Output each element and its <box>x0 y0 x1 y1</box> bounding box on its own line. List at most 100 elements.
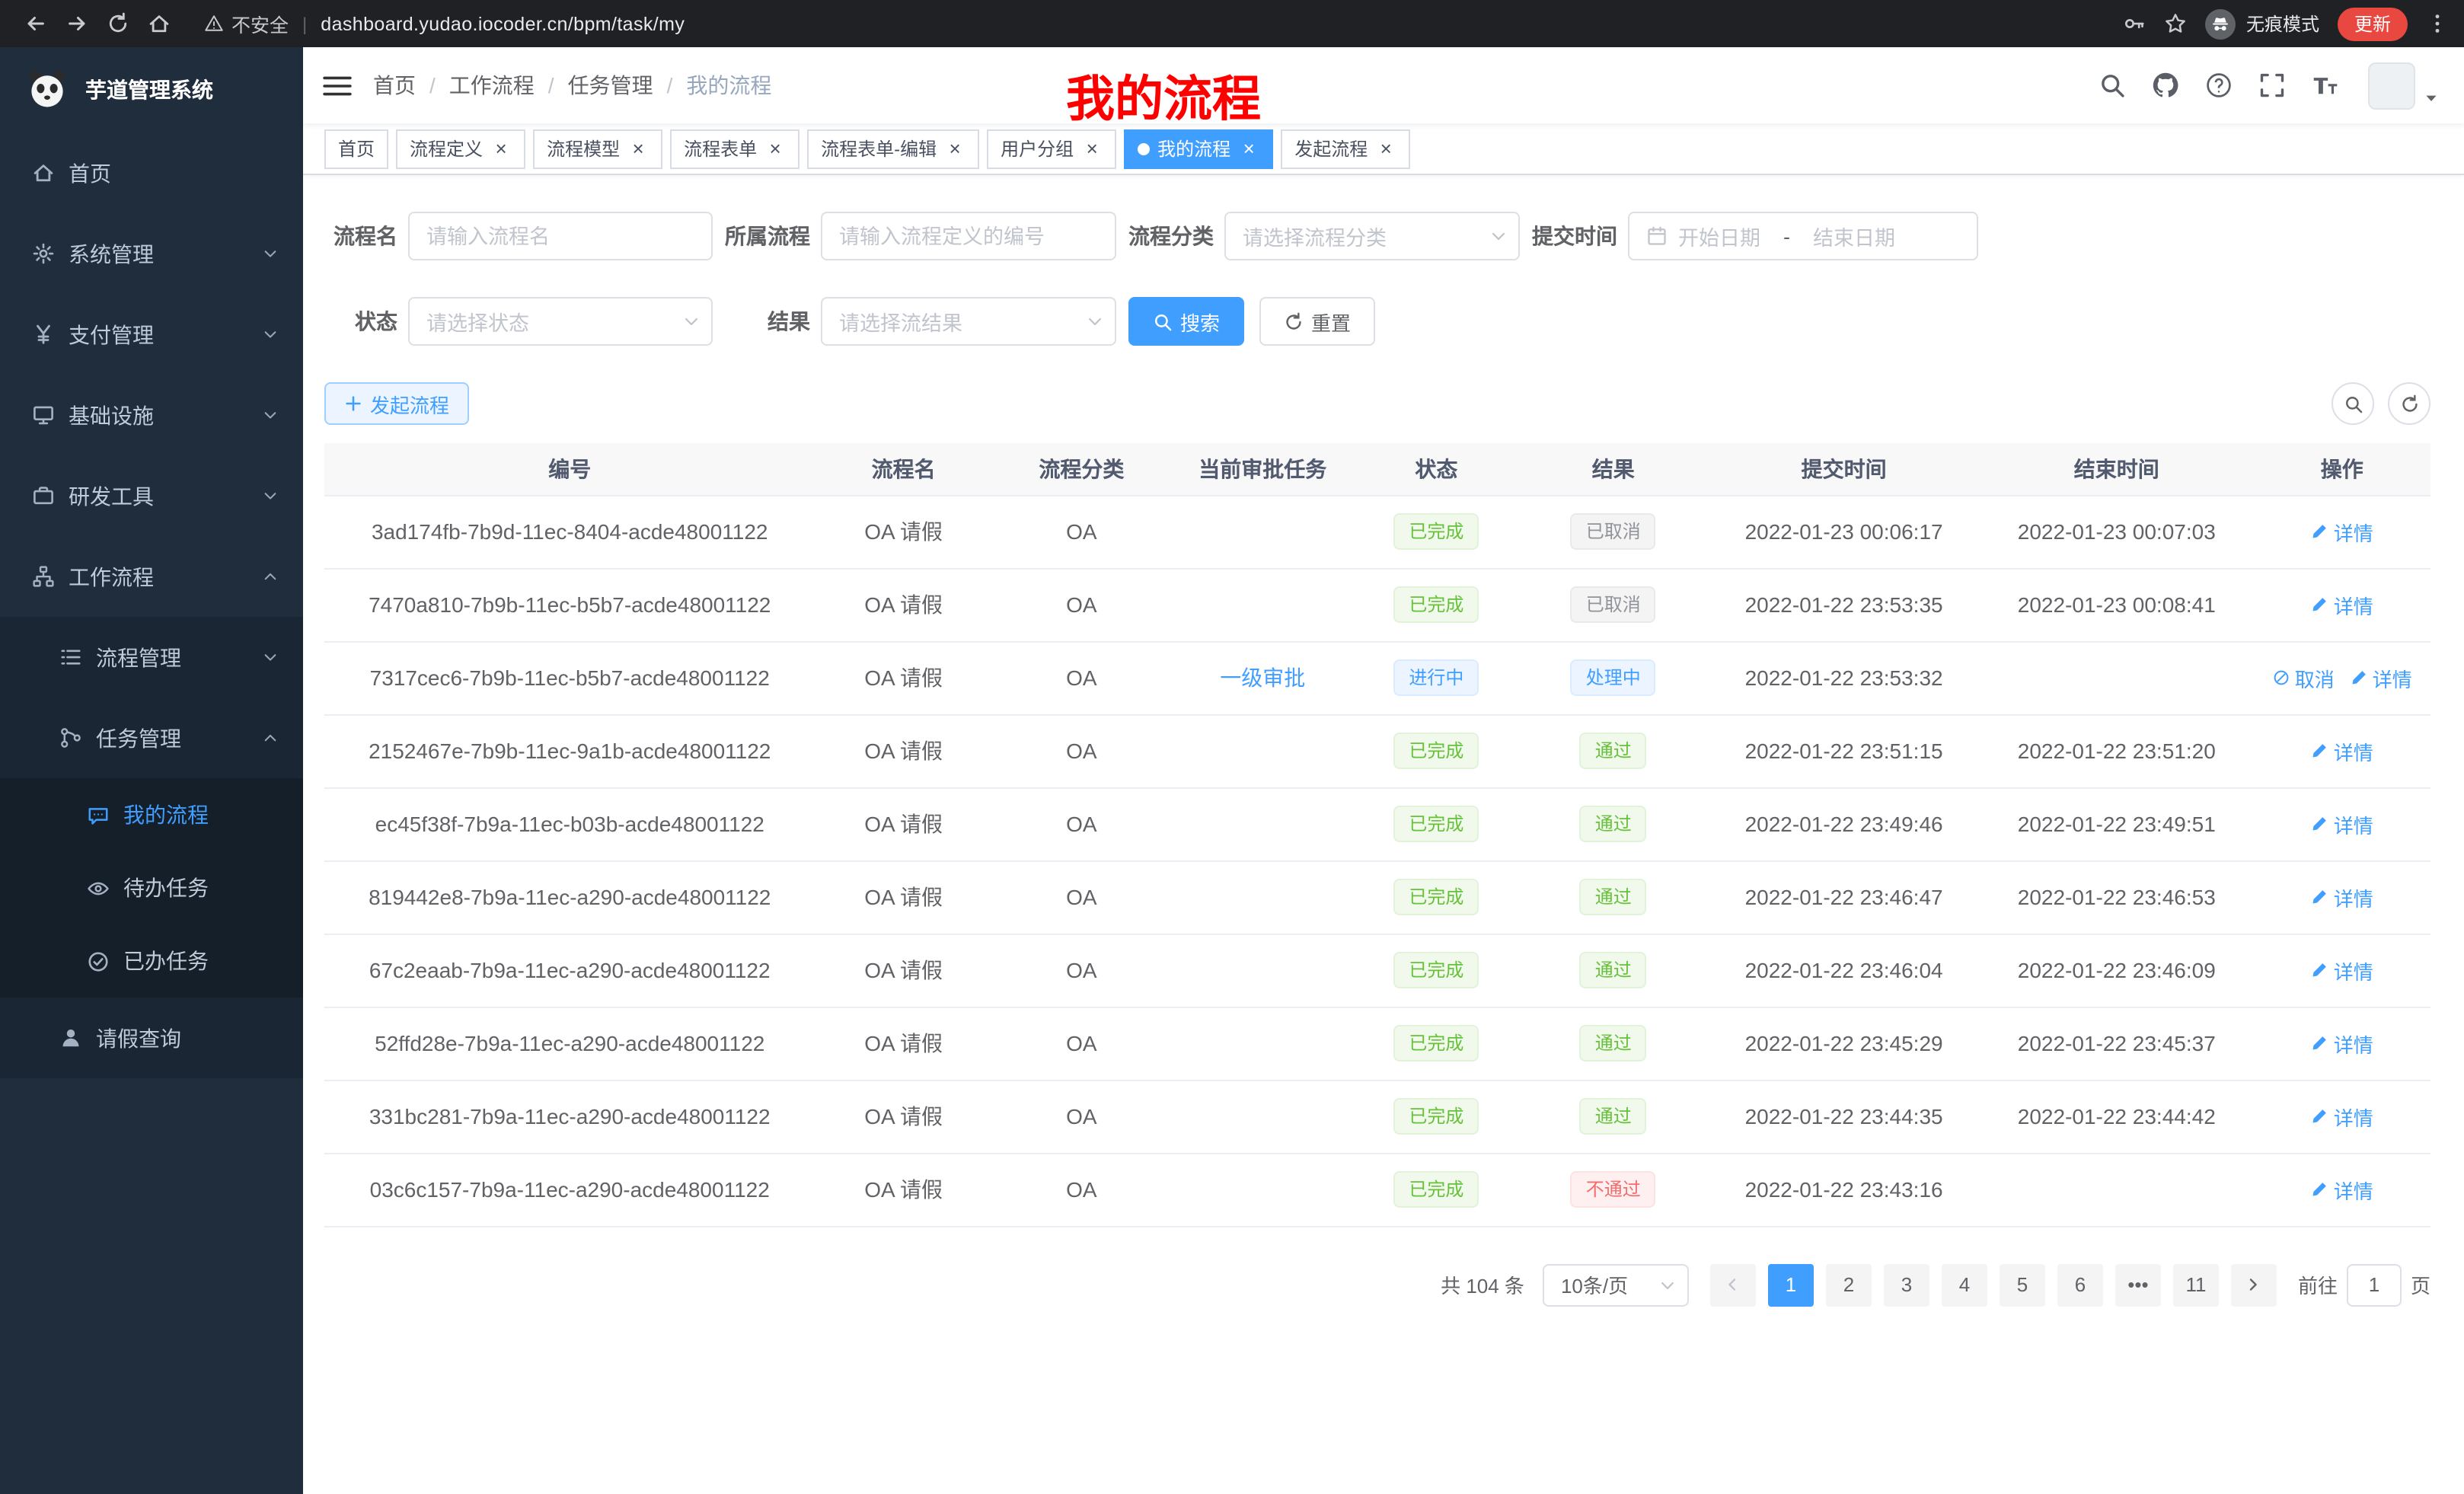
result-select[interactable]: 请选择流结果 <box>821 297 1116 346</box>
sidebar-item-done-tasks[interactable]: 已办任务 <box>0 924 303 998</box>
tab-home[interactable]: 首页 <box>324 129 388 168</box>
refresh-table-button[interactable] <box>2388 382 2430 425</box>
cell-current-task <box>1171 495 1355 568</box>
cell-process-name: OA 请假 <box>815 495 991 568</box>
date-range-picker[interactable]: 开始日期 - 结束日期 <box>1628 212 1978 260</box>
page-button-2[interactable]: 2 <box>1826 1263 1872 1306</box>
breadcrumb-item[interactable]: 任务管理 <box>568 70 653 101</box>
tab-close-icon[interactable]: × <box>764 138 786 159</box>
table-row: 7317cec6-7b9b-11ec-b5b7-acde48001122OA 请… <box>324 641 2430 714</box>
cancel-action[interactable]: 取消 <box>2272 663 2335 692</box>
detail-action[interactable]: 详情 <box>2311 956 2373 985</box>
detail-action-label: 详情 <box>2334 517 2373 546</box>
pagination-total: 共 104 条 <box>1441 1270 1524 1299</box>
edit-icon <box>2311 961 2329 979</box>
detail-action[interactable]: 详情 <box>2311 1102 2373 1131</box>
browser-menu-icon[interactable] <box>2426 12 2449 35</box>
forward-button[interactable] <box>56 3 97 44</box>
process-name-input[interactable] <box>426 225 694 247</box>
category-select[interactable]: 请选择流程分类 <box>1224 212 1520 260</box>
tab-process-definition[interactable]: 流程定义× <box>396 129 525 168</box>
sidebar-item-workflow[interactable]: 工作流程 <box>0 536 303 617</box>
page-button-6[interactable]: 6 <box>2057 1263 2103 1306</box>
tab-close-icon[interactable]: × <box>944 138 965 159</box>
detail-action[interactable]: 详情 <box>2311 517 2373 546</box>
tab-my-process[interactable]: 我的流程× <box>1124 129 1273 168</box>
detail-action[interactable]: 详情 <box>2311 736 2373 765</box>
tab-process-form[interactable]: 流程表单× <box>670 129 800 168</box>
tab-close-icon[interactable]: × <box>627 138 649 159</box>
header-search-icon[interactable] <box>2099 72 2126 99</box>
detail-action[interactable]: 详情 <box>2311 809 2373 838</box>
tab-process-form-edit[interactable]: 流程表单-编辑× <box>807 129 979 168</box>
filter-row-2: 状态 请选择状态 结果 请选择流结果 <box>324 297 2430 346</box>
toggle-search-button[interactable] <box>2332 382 2374 425</box>
cell-result: 通过 <box>1518 934 1708 1007</box>
github-icon[interactable] <box>2152 72 2179 99</box>
sidebar-item-infrastructure[interactable]: 基础设施 <box>0 375 303 455</box>
tab-user-group[interactable]: 用户分组× <box>987 129 1116 168</box>
page-button-1[interactable]: 1 <box>1768 1263 1814 1306</box>
page-button-3[interactable]: 3 <box>1884 1263 1929 1306</box>
bookmark-star-icon[interactable] <box>2164 12 2187 35</box>
password-key-icon[interactable] <box>2123 12 2146 35</box>
back-button[interactable] <box>15 3 56 44</box>
detail-action[interactable]: 详情 <box>2311 1175 2373 1204</box>
reset-button[interactable]: 重置 <box>1259 297 1375 346</box>
sidebar-item-home[interactable]: 首页 <box>0 132 303 213</box>
search-button[interactable]: 搜索 <box>1128 297 1244 346</box>
tab-process-model[interactable]: 流程模型× <box>533 129 662 168</box>
sidebar-item-payment-management[interactable]: 支付管理 <box>0 294 303 375</box>
sidebar-item-label: 待办任务 <box>123 873 209 903</box>
chevron-down-icon <box>262 407 279 423</box>
next-page-button[interactable] <box>2231 1263 2277 1306</box>
reload-button[interactable] <box>97 3 139 44</box>
create-process-button[interactable]: 发起流程 <box>324 382 469 425</box>
sidebar-item-process-management[interactable]: 流程管理 <box>0 617 303 698</box>
home-button[interactable] <box>139 3 180 44</box>
prev-page-button[interactable] <box>1710 1263 1756 1306</box>
sidebar-item-todo-tasks[interactable]: 待办任务 <box>0 851 303 924</box>
site-security[interactable]: 不安全 <box>204 9 289 38</box>
page-button-11[interactable]: 11 <box>2173 1263 2219 1306</box>
sidebar-item-system-management[interactable]: 系统管理 <box>0 213 303 294</box>
fullscreen-icon[interactable] <box>2258 72 2286 99</box>
detail-action[interactable]: 详情 <box>2350 663 2412 692</box>
more-pages-button[interactable]: ••• <box>2115 1263 2161 1306</box>
owner-process-input[interactable] <box>839 225 1098 247</box>
breadcrumb-item[interactable]: 工作流程 <box>449 70 535 101</box>
sidebar-item-leave-query[interactable]: 请假查询 <box>0 998 303 1078</box>
user-menu[interactable] <box>2368 62 2440 109</box>
goto-page-input[interactable] <box>2347 1263 2402 1306</box>
breadcrumb-item[interactable]: 首页 <box>373 70 416 101</box>
detail-action[interactable]: 详情 <box>2311 883 2373 911</box>
sidebar-item-task-management[interactable]: 任务管理 <box>0 698 303 778</box>
tab-close-icon[interactable]: × <box>1238 138 1259 159</box>
tab-start-process[interactable]: 发起流程× <box>1281 129 1410 168</box>
sidebar-item-my-process[interactable]: 我的流程 <box>0 778 303 851</box>
tab-close-icon[interactable]: × <box>1375 138 1396 159</box>
sidebar-toggle-icon[interactable] <box>323 72 352 98</box>
page-size-select[interactable]: 10条/页 <box>1543 1263 1689 1306</box>
cell-status: 已完成 <box>1355 934 1519 1007</box>
page-button-5[interactable]: 5 <box>2000 1263 2045 1306</box>
app-logo-row[interactable]: 芋道管理系统 <box>0 47 303 132</box>
browser-update-button[interactable]: 更新 <box>2338 7 2408 40</box>
sidebar-item-dev-tools[interactable]: 研发工具 <box>0 455 303 536</box>
breadcrumb-item: 我的流程 <box>686 70 771 101</box>
help-icon[interactable] <box>2205 72 2233 99</box>
tab-close-icon[interactable]: × <box>1081 138 1103 159</box>
current-task-link[interactable]: 一级审批 <box>1220 666 1305 690</box>
filter-category: 流程分类 请选择流程分类 <box>1128 212 1520 260</box>
font-size-icon[interactable] <box>2312 72 2339 99</box>
detail-action-label: 详情 <box>2334 1175 2373 1204</box>
tab-close-icon[interactable]: × <box>490 138 512 159</box>
address-bar[interactable]: 不安全 | dashboard.yudao.iocoder.cn/bpm/tas… <box>204 9 2105 38</box>
page-button-4[interactable]: 4 <box>1942 1263 1987 1306</box>
cell-status: 进行中 <box>1355 641 1519 714</box>
status-select[interactable]: 请选择状态 <box>408 297 713 346</box>
column-header: 结果 <box>1518 443 1708 495</box>
chrome-toolbar-right: 无痕模式 更新 <box>2123 7 2449 40</box>
detail-action[interactable]: 详情 <box>2311 1029 2373 1058</box>
detail-action[interactable]: 详情 <box>2311 590 2373 619</box>
